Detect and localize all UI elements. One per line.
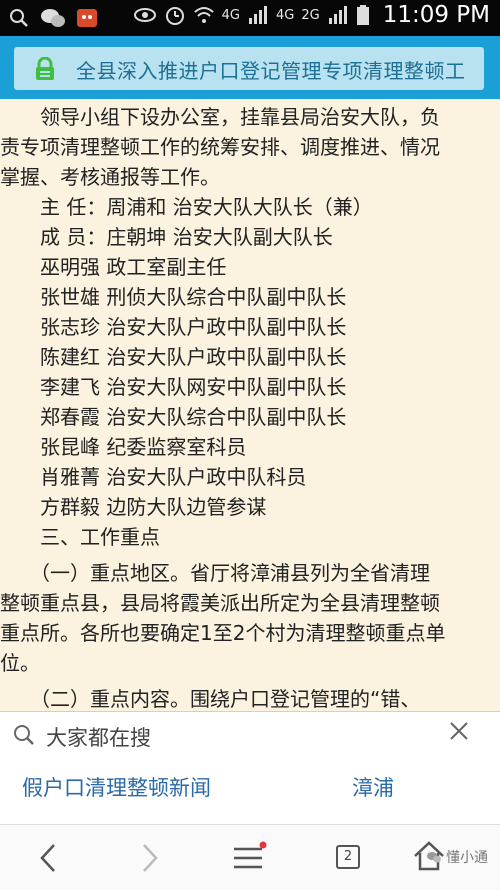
- article-line: 肖雅菁 治安大队户政中队科员: [0, 465, 307, 489]
- menu-icon[interactable]: [232, 841, 268, 875]
- article-line: 巫明强 政工室副主任: [0, 255, 227, 279]
- article-line: 陈建红 治安大队户政中队副中队长: [0, 345, 347, 369]
- lock-icon: [36, 57, 54, 80]
- wechat-icon: [427, 852, 441, 863]
- suggestion-link[interactable]: 假户口清理整顿新闻: [22, 772, 211, 802]
- network-label-1: 4G: [221, 7, 240, 23]
- article-line: （一）重点地区。省厅将漳浦县列为全省清理: [0, 561, 430, 585]
- eye-icon: [133, 8, 156, 22]
- browser-nav-bar: 2 懂小通: [0, 824, 500, 890]
- article-line: 张世雄 刑侦大队综合中队副中队长: [0, 285, 347, 309]
- url-field[interactable]: 全县深入推进户口登记管理专项清理整顿工: [14, 47, 484, 90]
- signal-icon: [248, 6, 267, 24]
- alarm-icon: [165, 7, 184, 25]
- article-line: 张昆峰 纪委监察室科员: [0, 435, 247, 459]
- battery-icon: [356, 5, 369, 25]
- status-bar: 4G 4G 2G 11:09 PM: [0, 0, 500, 36]
- article-line: 主 任：周浦和 治安大队大队长（兼）: [0, 195, 373, 219]
- network-label-3: 2G: [301, 7, 320, 23]
- article-line: 掌握、考核通报等工作。: [0, 165, 220, 189]
- section-heading: 三、工作重点: [0, 525, 160, 549]
- search-suggestions-panel: 大家都在搜 假户口清理整顿新闻 漳浦: [0, 711, 500, 825]
- article-line: 郑春霞 治安大队综合中队副中队长: [0, 405, 347, 429]
- page-title: 全县深入推进户口登记管理专项清理整顿工: [76, 59, 466, 83]
- search-icon: [10, 9, 28, 27]
- article-line: 重点所。各所也要确定1至2个村为清理整顿重点单: [0, 621, 446, 645]
- article-line: 张志珍 治安大队户政中队副中队长: [0, 315, 347, 339]
- back-icon[interactable]: [38, 843, 58, 873]
- article-line: 李建飞 治安大队网安中队副中队长: [0, 375, 347, 399]
- article-line: 责专项清理整顿工作的统筹安排、调度推进、情况: [0, 135, 440, 159]
- watermark: 懂小通: [426, 847, 488, 867]
- article-line: 领导小组下设办公室，挂靠县局治安大队，负: [0, 105, 440, 129]
- suggestions-label: 大家都在搜: [46, 726, 151, 750]
- app-notification-icon: [77, 9, 97, 27]
- suggestion-link[interactable]: 漳浦: [352, 772, 394, 802]
- article-content: 领导小组下设办公室，挂靠县局治安大队，负 责专项清理整顿工作的统筹安排、调度推进…: [0, 99, 500, 711]
- article-line: 整顿重点县，县局将霞美派出所定为全县清理整顿: [0, 591, 440, 615]
- article-line: 方群毅 边防大队边管参谋: [0, 495, 267, 519]
- watermark-text: 懂小通: [446, 850, 488, 866]
- forward-icon[interactable]: [140, 843, 160, 873]
- wechat-icon: [41, 9, 65, 27]
- tabs-button[interactable]: 2: [336, 845, 360, 869]
- article-line: 成 员：庄朝坤 治安大队副大队长: [0, 225, 333, 249]
- article-line: （二）重点内容。围绕户口登记管理的“错、: [0, 687, 421, 711]
- article-line: 位。: [0, 651, 40, 675]
- signal-icon-2: [328, 6, 347, 24]
- close-icon[interactable]: [448, 720, 470, 742]
- search-icon: [14, 725, 34, 745]
- network-label-2: 4G: [275, 7, 295, 23]
- wifi-icon: [193, 7, 214, 23]
- clock: 11:09 PM: [382, 2, 490, 28]
- browser-url-bar: 全县深入推进户口登记管理专项清理整顿工: [0, 36, 500, 99]
